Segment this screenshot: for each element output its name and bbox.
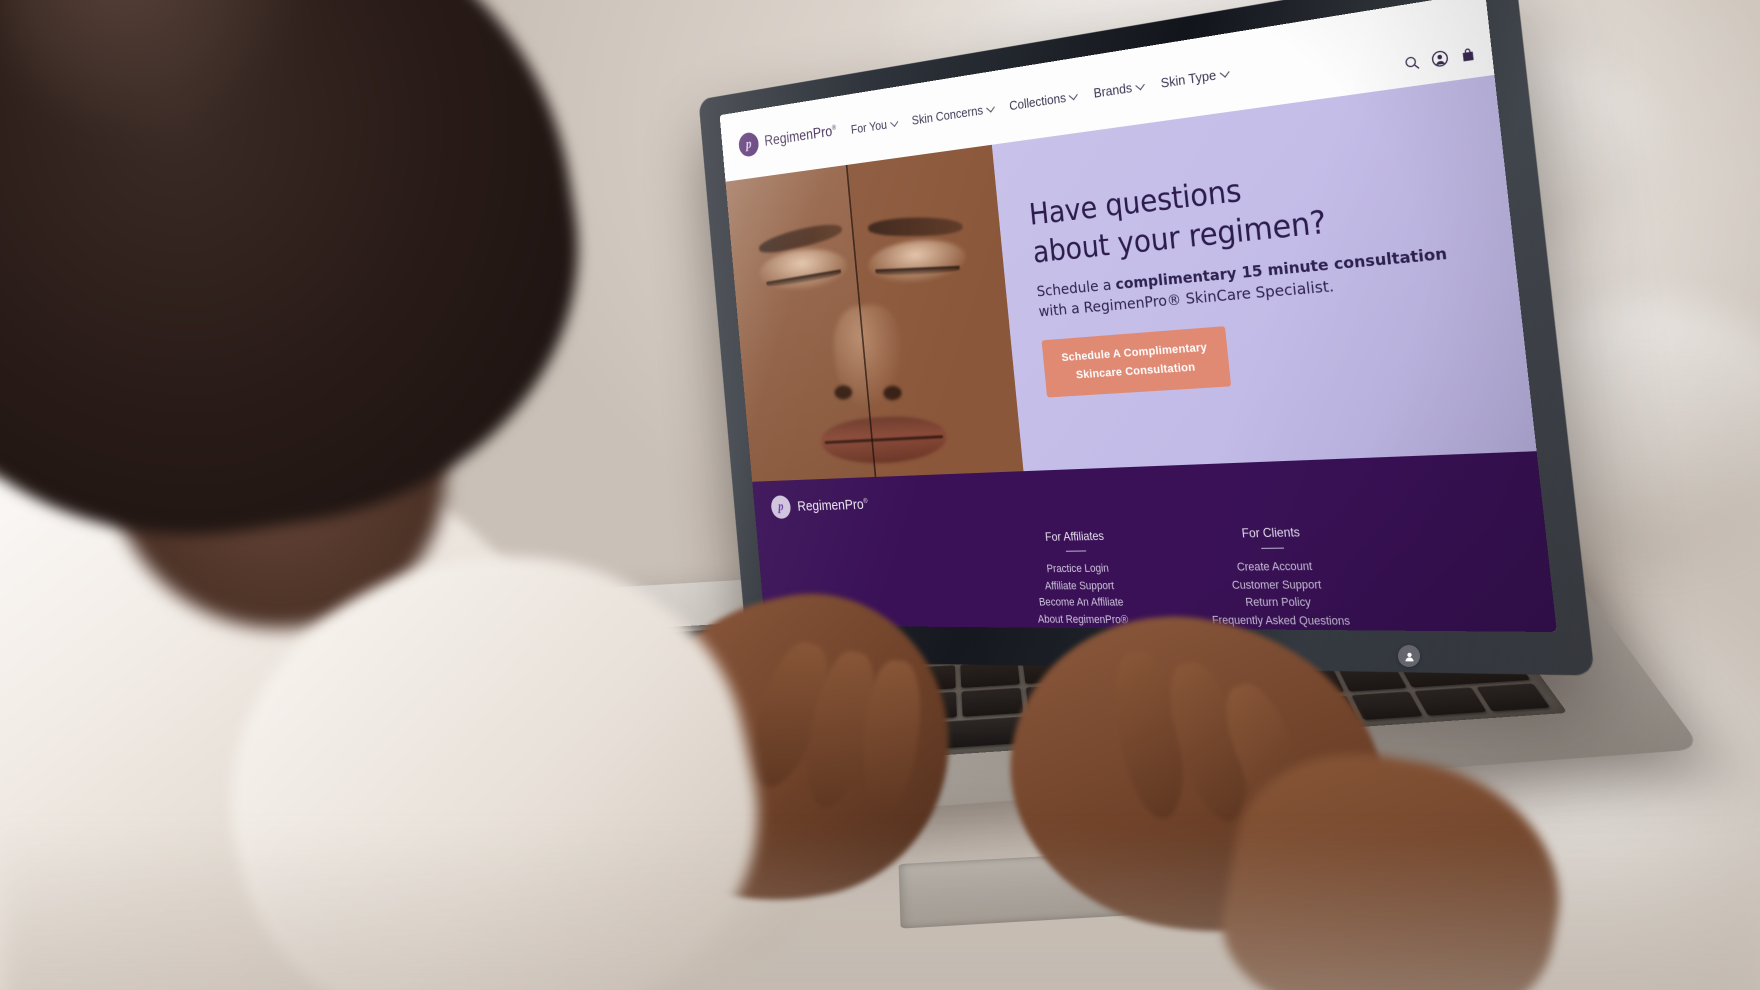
search-icon[interactable]	[1403, 54, 1421, 77]
nav-item-skin-type[interactable]: Skin Type	[1160, 65, 1230, 91]
brand-trademark: ®	[831, 124, 837, 132]
chevron-down-icon	[891, 118, 898, 127]
schedule-consultation-button[interactable]: Schedule A Complimentary Skincare Consul…	[1041, 326, 1232, 398]
site-footer: p RegimenPro® For Affiliates Practice Lo…	[752, 451, 1557, 633]
footer-brand-name-text: RegimenPro	[796, 496, 865, 515]
nav-item-collections[interactable]: Collections	[1008, 88, 1079, 113]
nav-item-label: For You	[850, 116, 888, 137]
brand-name: RegimenPro®	[764, 123, 837, 150]
chevron-down-icon	[987, 104, 995, 113]
chevron-down-icon	[1070, 91, 1078, 100]
footer-link-create-account[interactable]: Create Account	[1206, 558, 1345, 577]
brand-logo[interactable]: p RegimenPro®	[737, 119, 838, 158]
nav-item-brands[interactable]: Brands	[1093, 77, 1145, 100]
mouse-cursor	[1398, 645, 1420, 667]
nav-item-for-you[interactable]: For You	[850, 115, 898, 137]
chevron-down-icon	[1221, 68, 1230, 78]
hero-model-photo	[725, 144, 1024, 482]
brand-name-text: RegimenPro	[763, 123, 834, 150]
eyebrow-right	[867, 216, 963, 237]
nav-item-label: Brands	[1092, 79, 1133, 101]
account-icon[interactable]	[1431, 50, 1449, 73]
shopping-bag-icon[interactable]	[1460, 46, 1477, 69]
logo-mark-icon: p	[737, 131, 760, 158]
footer-link-practice-login[interactable]: Practice Login	[1032, 561, 1124, 579]
footer-column-clients: For Clients Create Account Customer Supp…	[1203, 525, 1351, 631]
footer-link-affiliate-support[interactable]: Affiliate Support	[1034, 578, 1126, 595]
footer-link-return-policy[interactable]: Return Policy	[1210, 594, 1350, 612]
footer-link-columns: For Affiliates Practice Login Affiliate …	[1029, 525, 1351, 631]
nav-icon-group	[1403, 46, 1477, 77]
chevron-down-icon	[1136, 81, 1145, 90]
footer-link-customer-support[interactable]: Customer Support	[1208, 576, 1347, 594]
website-viewport: p RegimenPro® For You Skin Concerns Coll…	[719, 0, 1557, 633]
nav-item-label: Collections	[1008, 89, 1067, 113]
laptop-screen: p RegimenPro® For You Skin Concerns Coll…	[719, 0, 1557, 633]
footer-divider	[1065, 550, 1086, 553]
footer-link-become-an-affiliate[interactable]: Become An Affiliate	[1035, 595, 1127, 612]
hero-copy-panel: Have questions about your regimen? Sched…	[991, 74, 1537, 472]
nav-item-skin-concerns[interactable]: Skin Concerns	[911, 100, 995, 127]
nav-item-label: Skin Type	[1159, 66, 1217, 91]
photo-scene: p RegimenPro® For You Skin Concerns Coll…	[0, 0, 1760, 990]
footer-logo-mark-icon: p	[770, 495, 792, 519]
footer-brand-name: RegimenPro®	[797, 496, 869, 514]
footer-divider	[1260, 547, 1284, 550]
footer-brand-logo[interactable]: p RegimenPro®	[770, 471, 1515, 519]
nav-item-label: Skin Concerns	[911, 102, 984, 128]
footer-column-title: For Clients	[1241, 525, 1301, 541]
footer-column-title: For Affiliates	[1044, 529, 1105, 544]
hero-sub-prefix: Schedule a	[1035, 275, 1117, 301]
footer-brand-trademark: ®	[863, 498, 868, 506]
footer-column-affiliates: For Affiliates Practice Login Affiliate …	[1029, 529, 1129, 628]
